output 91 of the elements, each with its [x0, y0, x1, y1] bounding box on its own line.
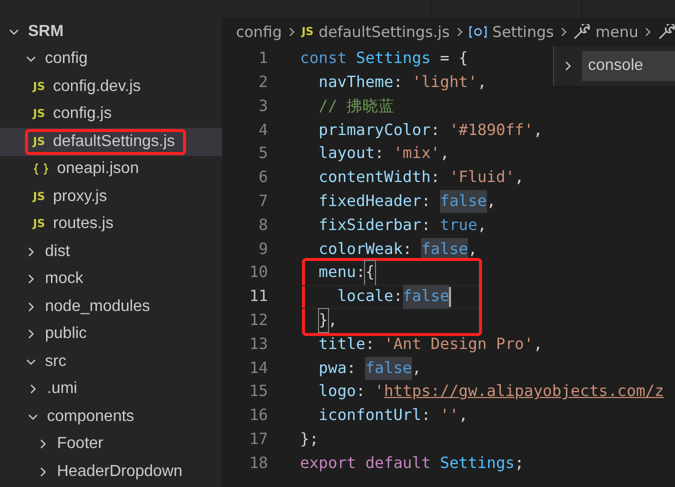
- tree-item[interactable]: SRM: [8, 18, 72, 45]
- file-type-label: JS: [33, 80, 46, 94]
- tree-item-label: defaultSettings.js: [53, 132, 175, 152]
- line-number: 16: [248, 405, 268, 426]
- code-line: fixSiderbar: true,: [318, 214, 487, 236]
- tree-item-label: proxy.js: [53, 186, 107, 207]
- code-line: },: [300, 309, 338, 332]
- line-number: 7: [258, 191, 268, 212]
- breadcrumb-item[interactable]: Settings: [469, 20, 554, 44]
- breadcrumb-item[interactable]: menu: [573, 20, 638, 44]
- tree-item-label: components: [47, 406, 134, 427]
- line-number: 14: [248, 358, 268, 379]
- code-line: fixedHeader: false,: [300, 190, 496, 214]
- tree-item[interactable]: config: [25, 46, 96, 72]
- tree-item[interactable]: HeaderDropdown: [37, 458, 190, 485]
- code-line: layout: 'mix',: [318, 143, 450, 164]
- tree-item-label: config: [45, 49, 88, 70]
- variable-icon: [469, 26, 488, 38]
- code-line: iconfontUrl: '',: [318, 405, 468, 426]
- line-number: 2: [258, 72, 268, 94]
- code-line: menu:{: [300, 261, 375, 285]
- tree-item-label: mock: [45, 269, 84, 290]
- tree-item[interactable]: node_modules: [25, 294, 158, 320]
- line-number: 10: [248, 262, 268, 284]
- file-type-label: JS: [302, 25, 314, 39]
- line-number: 13: [248, 334, 268, 355]
- chevron-right-icon: [456, 26, 464, 38]
- tree-item[interactable]: Footer: [37, 431, 112, 458]
- chevron-right-icon: [560, 26, 568, 38]
- chevron-right-icon: [288, 26, 296, 38]
- tree-item-label: SRM: [28, 22, 64, 42]
- code-line: navTheme: 'light',: [318, 72, 487, 94]
- breadcrumb-item[interactable]: JS defaultSettings.js: [302, 20, 450, 44]
- breadcrumb-item[interactable]: [658, 24, 675, 40]
- code-line: logo: 'https://gw.alipayobjects.com/z: [318, 381, 664, 402]
- breadcrumb-item[interactable]: config: [236, 20, 282, 44]
- line-number: 5: [258, 143, 268, 164]
- tree-item-label: config.js: [53, 104, 112, 124]
- line-number: 18: [248, 452, 268, 474]
- code-line: title: 'Ant Design Pro',: [318, 334, 543, 355]
- tree-item-label: dist: [45, 242, 70, 262]
- code-line: };: [300, 429, 319, 450]
- tree-item-label: node_modules: [45, 296, 150, 317]
- tree-item-label: src: [45, 352, 66, 372]
- tree-item[interactable]: JS config.js: [33, 101, 120, 128]
- code-line: locale:false: [300, 285, 452, 308]
- file-type-label: JS: [33, 190, 46, 204]
- wrench-icon: [573, 24, 590, 40]
- code-line: contentWidth: 'Fluid',: [318, 167, 524, 188]
- file-type-label: JS: [33, 134, 46, 149]
- tree-item[interactable]: .umi: [27, 376, 86, 402]
- braces-file-icon: [33, 163, 49, 176]
- tree-item[interactable]: JS config.dev.js: [33, 74, 149, 100]
- line-number: 4: [258, 120, 268, 141]
- chevron-right-icon: [644, 26, 652, 38]
- code-line: export default Settings;: [300, 452, 524, 474]
- line-number: 11: [248, 286, 268, 308]
- tree-item-label: routes.js: [53, 214, 114, 234]
- wrench-icon: [658, 24, 675, 40]
- line-number: 8: [258, 214, 268, 236]
- code-line: // 拂晓蓝: [318, 96, 395, 117]
- tree-item[interactable]: JS routes.js: [33, 211, 122, 238]
- tree-item-label: Footer: [57, 434, 104, 454]
- code-line: primaryColor: '#1890ff',: [318, 120, 543, 141]
- code-line: colorWeak: false,: [300, 238, 478, 261]
- line-number: 9: [258, 238, 268, 260]
- line-number: 12: [248, 310, 268, 332]
- tree-item[interactable]: src: [25, 348, 74, 375]
- line-number: 6: [258, 167, 268, 188]
- tree-item[interactable]: dist: [25, 238, 78, 265]
- file-type-label: JS: [33, 217, 46, 232]
- line-number: 17: [248, 429, 268, 450]
- tree-item-label: .umi: [47, 379, 78, 400]
- line-number: 1: [258, 48, 268, 70]
- tree-item[interactable]: JS proxy.js: [33, 184, 115, 210]
- tree-item-label: oneapi.json: [57, 159, 139, 180]
- tree-item-label: config.dev.js: [53, 76, 141, 97]
- tree-item[interactable]: components: [27, 404, 142, 430]
- tree-item-label: public: [45, 324, 87, 344]
- line-number: 3: [258, 96, 268, 117]
- tree-item[interactable]: mock: [25, 266, 92, 292]
- tree-item[interactable]: public: [25, 321, 95, 348]
- text-cursor: [449, 286, 452, 307]
- tree-item-label: HeaderDropdown: [57, 462, 182, 482]
- tree-item[interactable]: JS defaultSettings.js: [25, 128, 186, 155]
- code-line: pwa: false,: [300, 356, 422, 380]
- tree-item[interactable]: oneapi.json: [33, 156, 147, 182]
- line-number: 15: [248, 381, 268, 402]
- code-line: const Settings = {: [300, 48, 468, 70]
- suggestion-item[interactable]: console: [582, 51, 675, 81]
- file-type-label: JS: [33, 107, 46, 122]
